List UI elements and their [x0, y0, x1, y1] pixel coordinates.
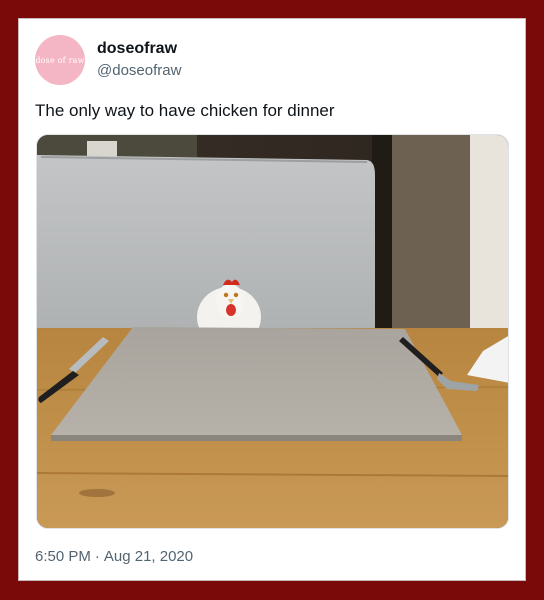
avatar-label: dose of raw	[35, 55, 85, 65]
tweet-photo[interactable]	[36, 134, 509, 529]
tweet-text: The only way to have chicken for dinner	[35, 101, 335, 120]
tweet-timestamp[interactable]: 6:50 PM · Aug 21, 2020	[35, 548, 193, 565]
chicken-at-table-photo	[37, 135, 508, 528]
display-name[interactable]: doseofraw	[97, 40, 177, 58]
user-handle[interactable]: @doseofraw	[97, 62, 181, 79]
timestamp-separator: ·	[94, 548, 100, 565]
tweet-date: Aug 21, 2020	[103, 548, 194, 565]
tweet-card: dose of raw doseofraw @doseofraw The onl…	[18, 18, 526, 581]
tweet-time: 6:50 PM	[35, 548, 91, 565]
avatar[interactable]: dose of raw	[35, 35, 85, 85]
